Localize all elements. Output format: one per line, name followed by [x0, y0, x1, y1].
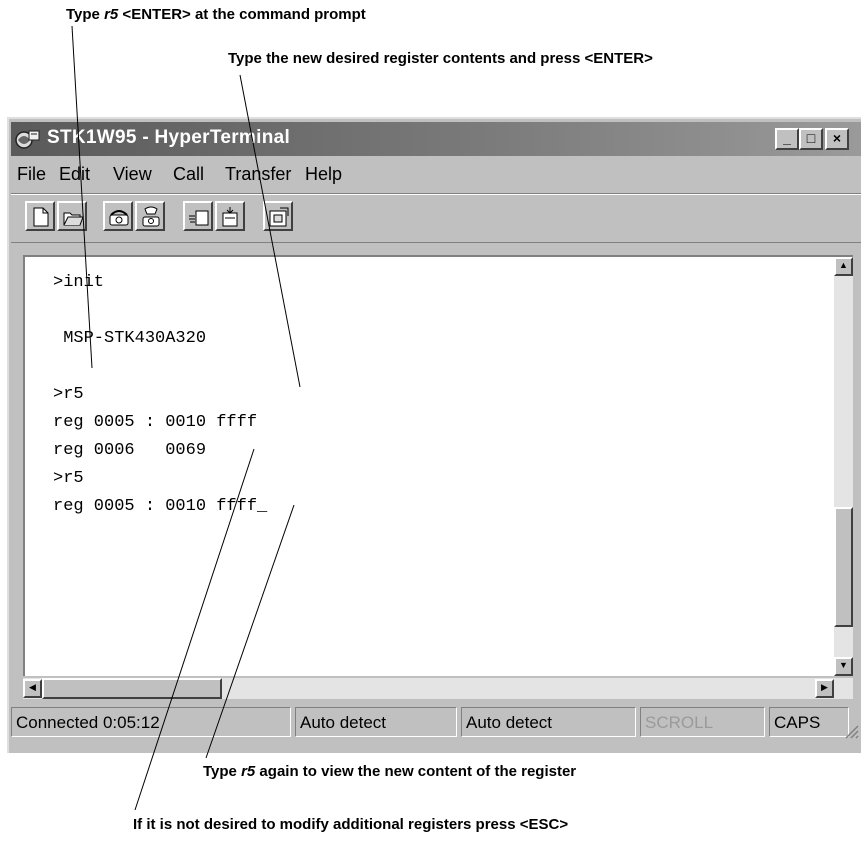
send-file-icon	[189, 210, 209, 226]
vertical-scrollbar[interactable]: ▲ ▼	[834, 257, 853, 676]
terminal-line: reg 0005 : 0010 ffff	[53, 413, 258, 432]
annotation-type-contents: Type the new desired register contents a…	[228, 50, 653, 67]
close-button[interactable]: ×	[825, 128, 849, 150]
scroll-down-button[interactable]: ▼	[834, 657, 853, 676]
phone-connect-icon	[109, 210, 129, 226]
status-detect-2: Auto detect	[461, 707, 636, 737]
status-bar: Connected 0:05:12 Auto detect Auto detec…	[11, 703, 861, 743]
maximize-button[interactable]: □	[799, 128, 823, 150]
horizontal-scrollbar[interactable]: ◀ ▶	[23, 678, 853, 699]
terminal-area[interactable]: >init MSP-STK430A320 >r5 reg 0005 : 0010 …	[23, 255, 853, 676]
terminal-line: reg 0006 0069	[53, 441, 207, 460]
scroll-up-button[interactable]: ▲	[834, 257, 853, 276]
window-title: STK1W95 - HyperTerminal	[47, 127, 291, 148]
annotation-type-r5-again: Type r5 again to view the new content of…	[203, 763, 577, 780]
terminal-line: MSP-STK430A320	[53, 329, 207, 348]
menu-help[interactable]: Help	[305, 164, 342, 185]
toolbar	[11, 193, 861, 243]
annotation-type-r5: Type r5 <ENTER> at the command prompt	[66, 6, 366, 23]
menu-edit[interactable]: Edit	[59, 164, 90, 185]
minimize-button[interactable]: _	[775, 128, 799, 150]
receive-file-icon	[222, 207, 238, 227]
terminal-line: reg 0005 : 0010 ffff_	[53, 497, 268, 516]
status-scroll: SCROLL	[640, 707, 765, 737]
menu-bar: File Edit View Call Transfer Help	[11, 159, 861, 189]
scroll-right-button[interactable]: ▶	[815, 679, 834, 698]
terminal-output: >init MSP-STK430A320 >r5 reg 0005 : 0010 …	[53, 269, 267, 521]
send-button[interactable]	[183, 201, 213, 231]
open-folder-icon	[63, 212, 84, 226]
phone-disconnect-icon	[142, 206, 160, 227]
menu-file[interactable]: File	[17, 164, 46, 185]
title-bar: STK1W95 - HyperTerminal _ □ ×	[11, 122, 861, 156]
resize-grip-icon[interactable]	[843, 723, 859, 739]
status-detect-1: Auto detect	[295, 707, 457, 737]
menu-call[interactable]: Call	[173, 164, 204, 185]
disconnect-button[interactable]	[135, 201, 165, 231]
scroll-left-button[interactable]: ◀	[23, 679, 42, 698]
status-caps: CAPS	[769, 707, 849, 737]
open-button[interactable]	[57, 201, 87, 231]
terminal-line: >r5	[53, 469, 84, 488]
hyperterminal-icon	[15, 130, 40, 149]
terminal-line: >r5	[53, 385, 84, 404]
annotation-press-esc: If it is not desired to modify additiona…	[133, 816, 569, 833]
receive-button[interactable]	[215, 201, 245, 231]
new-document-button[interactable]	[25, 201, 55, 231]
properties-button[interactable]	[263, 201, 293, 231]
new-document-icon	[33, 207, 49, 227]
horizontal-scroll-thumb[interactable]	[42, 678, 222, 699]
menu-view[interactable]: View	[113, 164, 152, 185]
hyperterminal-window: STK1W95 - HyperTerminal _ □ × File Edit …	[7, 117, 861, 753]
connect-button[interactable]	[103, 201, 133, 231]
menu-transfer[interactable]: Transfer	[225, 164, 291, 185]
vertical-scroll-thumb[interactable]	[834, 507, 853, 627]
terminal-line: >init	[53, 273, 105, 292]
status-connected: Connected 0:05:12	[11, 707, 291, 737]
properties-icon	[269, 207, 289, 227]
